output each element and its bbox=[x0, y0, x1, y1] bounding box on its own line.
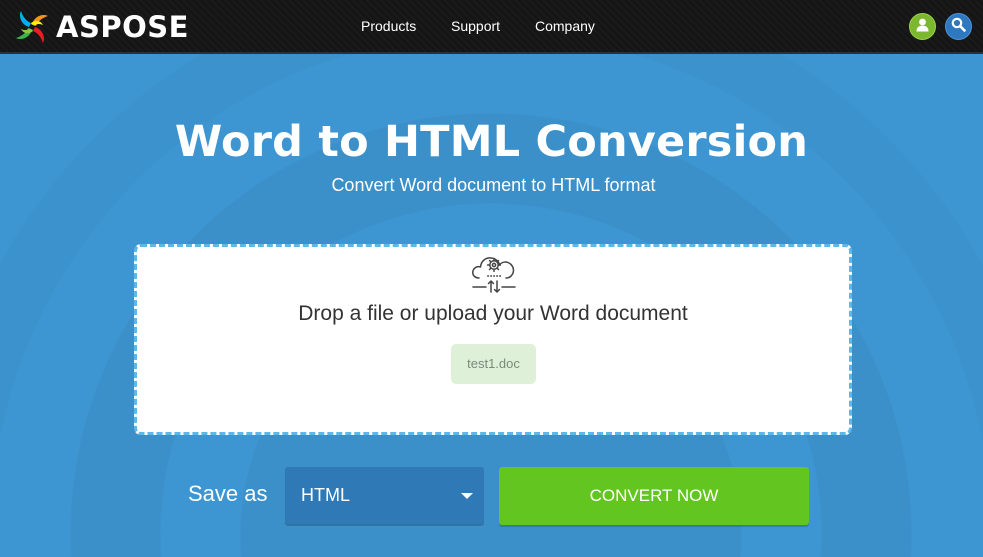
user-account-button[interactable] bbox=[909, 13, 936, 40]
selected-format: HTML bbox=[301, 485, 350, 505]
page-title: Word to HTML Conversion bbox=[174, 117, 809, 167]
caret-down-icon bbox=[461, 493, 473, 499]
nav-products[interactable]: Products bbox=[361, 17, 416, 35]
convert-now-button[interactable]: CONVERT NOW bbox=[499, 467, 809, 525]
output-format-select[interactable]: HTML bbox=[285, 467, 484, 524]
top-navbar: ASPOSE Products Support Company bbox=[0, 0, 983, 54]
search-icon bbox=[951, 17, 966, 37]
save-as-label: Save as bbox=[188, 481, 268, 506]
search-button[interactable] bbox=[945, 13, 972, 40]
user-icon bbox=[915, 17, 930, 37]
hero-section: Word to HTML Conversion Convert Word doc… bbox=[0, 54, 983, 557]
drop-prompt: Drop a file or upload your Word document bbox=[298, 302, 688, 325]
uploaded-file-chip[interactable]: test1.doc bbox=[451, 344, 536, 384]
page-subtitle: Convert Word document to HTML format bbox=[331, 175, 656, 195]
cloud-upload-gear-icon bbox=[470, 252, 518, 301]
nav-support[interactable]: Support bbox=[451, 17, 500, 35]
main-nav: Products Support Company bbox=[0, 0, 983, 52]
nav-company[interactable]: Company bbox=[535, 17, 595, 35]
file-drop-zone[interactable]: Drop a file or upload your Word document… bbox=[134, 244, 852, 435]
